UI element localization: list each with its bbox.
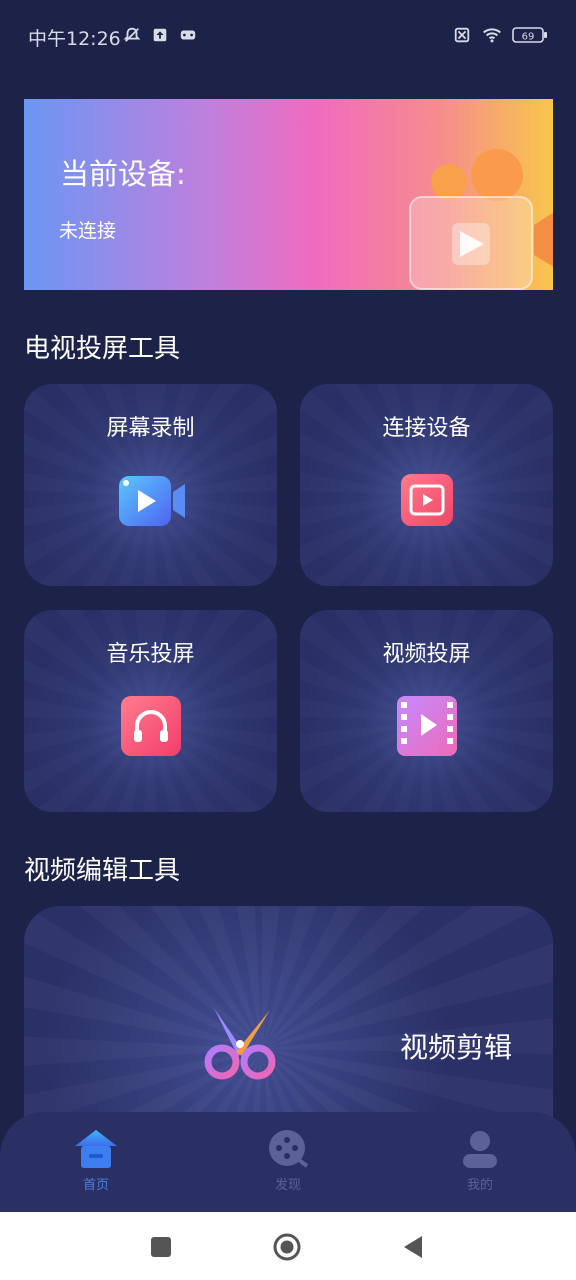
edit-tools-title: 视频编辑工具 bbox=[24, 856, 181, 886]
discover-icon bbox=[269, 1130, 309, 1168]
nav-item-home[interactable]: 首页 bbox=[56, 1126, 136, 1206]
bottom-nav: 首页 发现 我的 bbox=[0, 1112, 576, 1212]
nav-label-mine: 我的 bbox=[466, 1178, 493, 1193]
scissors-icon bbox=[204, 1008, 276, 1080]
device-banner[interactable]: 当前设备: 未连接 bbox=[24, 99, 553, 290]
screen-cast-icon bbox=[400, 474, 453, 526]
screen-record-card[interactable]: 屏幕录制 bbox=[24, 384, 277, 586]
card-label: 视频投屏 bbox=[382, 642, 471, 667]
wifi-icon bbox=[483, 28, 501, 43]
recent-apps-icon[interactable] bbox=[146, 1232, 176, 1262]
profile-icon bbox=[463, 1131, 497, 1168]
film-icon bbox=[396, 696, 457, 756]
music-cast-card[interactable]: 音乐投屏 bbox=[24, 610, 277, 812]
card-label: 屏幕录制 bbox=[106, 416, 195, 441]
back-icon[interactable] bbox=[398, 1232, 428, 1262]
status-time: 中午12:26 bbox=[28, 28, 121, 50]
video-edit-label: 视频剪辑 bbox=[400, 1031, 513, 1064]
battery-level: 69 bbox=[522, 32, 535, 43]
upload-icon bbox=[153, 28, 167, 42]
card-label: 连接设备 bbox=[382, 416, 471, 441]
connection-status: 未连接 bbox=[59, 220, 117, 242]
mute-bell-icon bbox=[123, 27, 141, 42]
home-button-icon[interactable] bbox=[272, 1232, 302, 1262]
banner-title: 当前设备: bbox=[60, 157, 186, 191]
nav-item-mine[interactable]: 我的 bbox=[440, 1126, 520, 1206]
status-bar: 中午12:26 69 bbox=[0, 0, 576, 72]
system-nav-bar bbox=[0, 1212, 576, 1280]
card-label: 音乐投屏 bbox=[106, 642, 195, 667]
home-icon bbox=[75, 1130, 117, 1168]
nav-label-discover: 发现 bbox=[274, 1178, 301, 1193]
nav-item-discover[interactable]: 发现 bbox=[248, 1126, 328, 1206]
video-camera-illustration-icon bbox=[409, 149, 553, 290]
gamepad-icon bbox=[180, 30, 196, 40]
video-camera-icon bbox=[118, 476, 185, 526]
nav-label-home: 首页 bbox=[82, 1178, 109, 1193]
battery-icon: 69 bbox=[512, 27, 547, 43]
connect-device-card[interactable]: 连接设备 bbox=[300, 384, 553, 586]
tv-tools-title: 电视投屏工具 bbox=[24, 334, 181, 364]
video-cast-card[interactable]: 视频投屏 bbox=[300, 610, 553, 812]
sim-off-icon bbox=[454, 27, 470, 43]
headphones-icon bbox=[120, 696, 181, 756]
